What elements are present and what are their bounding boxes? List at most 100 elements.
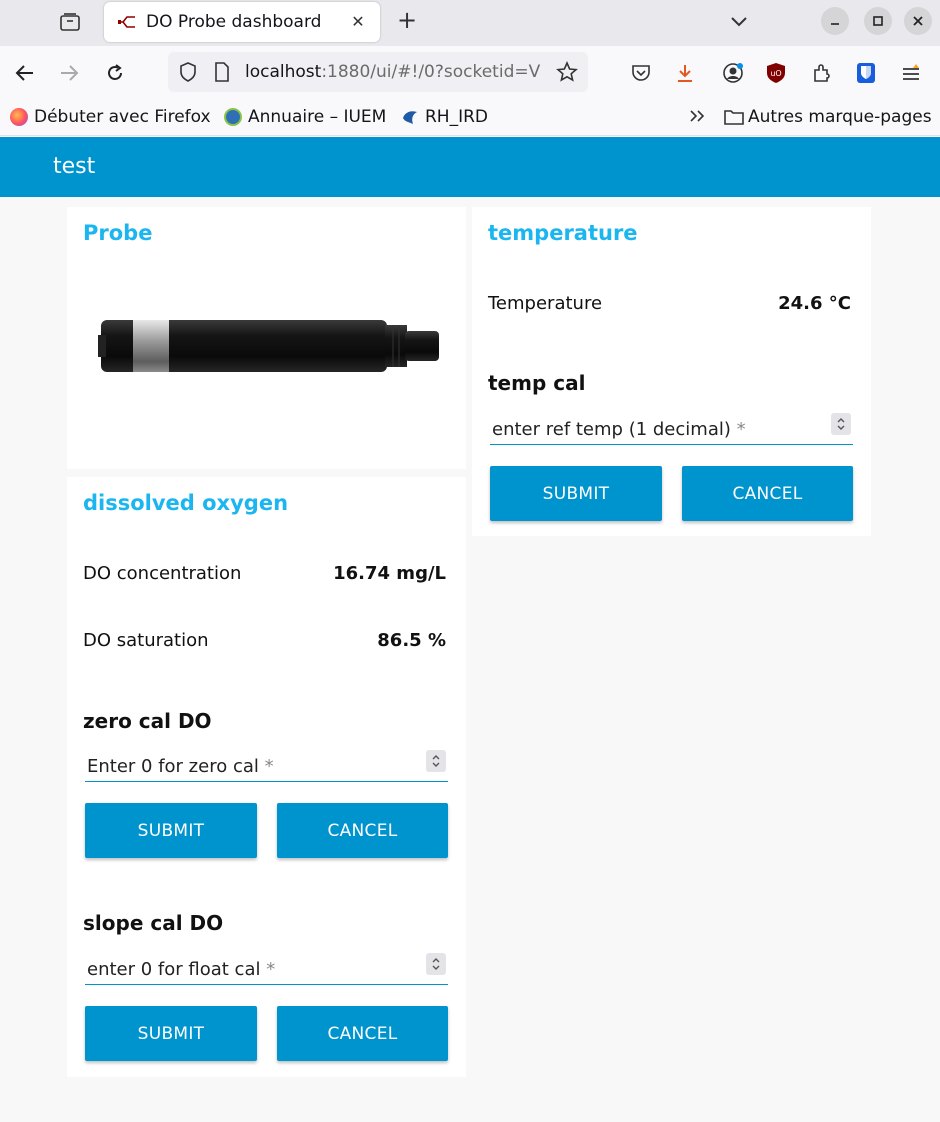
reload-icon <box>108 64 122 80</box>
bookmarks-overflow-button[interactable] <box>688 107 706 125</box>
bookmark-label: Annuaire – IUEM <box>248 107 387 127</box>
new-tab-button[interactable]: + <box>392 6 422 36</box>
placeholder-text: enter 0 for float cal <box>87 959 261 980</box>
slope-cal-cancel-button[interactable]: CANCEL <box>277 1006 448 1061</box>
spinner-icon <box>432 958 440 970</box>
extensions-button[interactable] <box>809 60 835 86</box>
bitwarden-icon <box>857 63 875 83</box>
spinner-icon <box>837 418 845 430</box>
zero-cal-heading: zero cal DO <box>83 709 212 733</box>
url-path: :1880/ui/#!/0?socketid=V <box>321 62 541 82</box>
bookmark-iuem[interactable]: Annuaire – IUEM <box>224 107 386 127</box>
slope-cal-submit-button[interactable]: SUBMIT <box>85 1006 257 1061</box>
probe-card: Probe <box>67 207 466 469</box>
required-marker: * <box>736 419 746 440</box>
temp-cal-submit-button[interactable]: SUBMIT <box>490 466 662 521</box>
zero-cal-submit-button[interactable]: SUBMIT <box>85 803 257 858</box>
bookmark-label: Débuter avec Firefox <box>34 107 211 127</box>
required-marker: * <box>264 756 274 777</box>
download-icon <box>678 65 692 82</box>
chevron-down-icon[interactable] <box>726 8 752 34</box>
do-saturation-label: DO saturation <box>83 630 209 651</box>
minimize-icon <box>831 23 839 25</box>
slope-cal-heading: slope cal DO <box>83 911 224 935</box>
url-bar[interactable]: localhost:1880/ui/#!/0?socketid=V <box>168 52 588 92</box>
app-title: test <box>53 154 96 179</box>
do-concentration-label: DO concentration <box>83 563 242 584</box>
account-icon <box>723 63 743 83</box>
star-icon[interactable] <box>556 61 578 83</box>
bookmark-rh-ird[interactable]: RH_IRD <box>401 107 488 127</box>
temperature-value: 24.6 °C <box>778 293 851 314</box>
hamburger-menu-icon <box>903 64 919 80</box>
placeholder-text: enter ref temp (1 decimal) <box>492 419 731 440</box>
dissolved-oxygen-card: dissolved oxygen DO concentration 16.74 … <box>67 477 466 1077</box>
card-title: Probe <box>83 221 153 245</box>
folder-icon <box>724 110 744 125</box>
slope-cal-input[interactable]: enter 0 for float cal * <box>85 953 448 985</box>
number-spinner[interactable] <box>426 953 446 975</box>
number-spinner[interactable] <box>426 750 446 772</box>
close-window-button[interactable] <box>904 7 932 35</box>
temp-cal-input[interactable]: enter ref temp (1 decimal) * <box>490 413 853 445</box>
temp-cal-placeholder: enter ref temp (1 decimal) * <box>492 419 746 440</box>
pocket-icon <box>632 65 650 81</box>
minimize-button[interactable] <box>821 7 849 35</box>
bookmark-firefox[interactable]: Débuter avec Firefox <box>10 107 211 127</box>
tab-strip: DO Probe dashboard ✕ + <box>0 0 940 46</box>
tab-close-icon[interactable]: ✕ <box>348 12 368 32</box>
url-host: localhost <box>245 62 322 82</box>
slope-cal-placeholder: enter 0 for float cal * <box>87 959 275 980</box>
pocket-button[interactable] <box>628 60 654 86</box>
svg-text:uO: uO <box>770 69 781 78</box>
temperature-card: temperature Temperature 24.6 °C temp cal… <box>472 207 871 536</box>
iuem-icon <box>224 108 242 126</box>
maximize-icon <box>873 16 883 26</box>
puzzle-icon <box>814 64 830 82</box>
probe-image <box>98 320 439 372</box>
firefox-view-button[interactable] <box>54 6 86 38</box>
spinner-icon <box>432 755 440 767</box>
bitwarden-button[interactable] <box>853 60 879 86</box>
firefox-icon <box>10 108 28 126</box>
close-icon <box>913 16 923 26</box>
temperature-label: Temperature <box>488 293 603 314</box>
bird-icon <box>403 111 417 124</box>
card-title: temperature <box>488 221 638 245</box>
other-bookmarks-label: Autres marque-pages <box>748 107 932 127</box>
number-spinner[interactable] <box>831 413 851 435</box>
bookmark-label: RH_IRD <box>425 107 489 127</box>
arrow-left-icon <box>15 65 33 81</box>
tab-title: DO Probe dashboard <box>146 12 322 32</box>
do-saturation-value: 86.5 % <box>377 630 446 651</box>
do-concentration-value: 16.74 mg/L <box>333 563 446 584</box>
active-tab[interactable]: DO Probe dashboard ✕ <box>104 2 380 42</box>
placeholder-text: Enter 0 for zero cal <box>87 756 259 777</box>
url-text[interactable]: localhost:1880/ui/#!/0?socketid=V <box>245 62 550 82</box>
chevrons-right-icon <box>690 110 705 122</box>
temp-cal-cancel-button[interactable]: CANCEL <box>682 466 853 521</box>
ublock-button[interactable]: uO <box>763 60 789 86</box>
downloads-button[interactable] <box>672 60 698 86</box>
zero-cal-input[interactable]: Enter 0 for zero cal * <box>85 750 448 782</box>
forward-button[interactable] <box>56 60 82 86</box>
menu-button[interactable] <box>898 60 924 86</box>
zero-cal-cancel-button[interactable]: CANCEL <box>277 803 448 858</box>
shield-icon[interactable] <box>178 62 198 82</box>
other-bookmarks-folder[interactable]: Autres marque-pages <box>724 107 932 127</box>
node-red-icon <box>118 16 135 28</box>
page-icon[interactable] <box>214 62 230 82</box>
required-marker: * <box>266 959 276 980</box>
firefox-view-icon <box>60 13 80 31</box>
ublock-icon: uO <box>767 63 785 83</box>
navigation-bar: localhost:1880/ui/#!/0?socketid=V uO <box>0 46 940 100</box>
back-button[interactable] <box>12 60 38 86</box>
maximize-button[interactable] <box>864 7 892 35</box>
zero-cal-placeholder: Enter 0 for zero cal * <box>87 756 274 777</box>
dashboard-header: test <box>0 137 940 197</box>
bookmarks-toolbar: Débuter avec Firefox Annuaire – IUEM RH_… <box>0 100 940 136</box>
account-button[interactable] <box>720 60 746 86</box>
arrow-right-icon <box>61 65 79 81</box>
reload-button[interactable] <box>102 60 128 86</box>
temp-cal-heading: temp cal <box>488 371 586 395</box>
